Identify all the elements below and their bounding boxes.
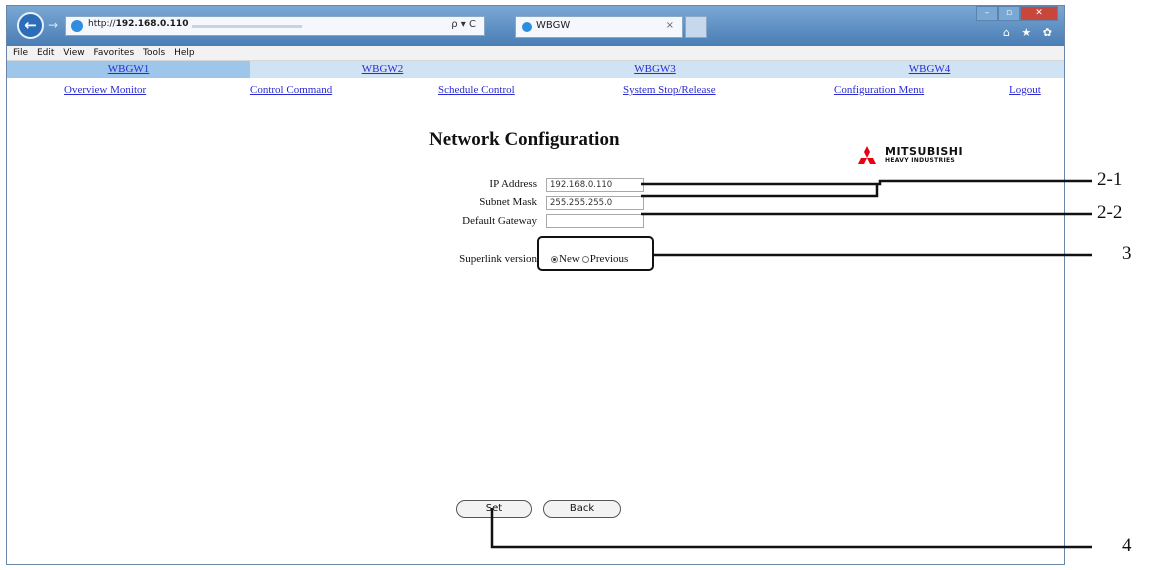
callout-label-2-1: 2-1 bbox=[1097, 169, 1123, 190]
callout-line-4 bbox=[490, 508, 1092, 549]
callout-line-2-1-mask bbox=[641, 184, 879, 198]
callout-label-2-2: 2-2 bbox=[1097, 202, 1123, 223]
callout-line-2-1-ip bbox=[641, 179, 1092, 186]
callout-lines bbox=[490, 179, 1092, 549]
callout-label-4: 4 bbox=[1122, 535, 1132, 556]
callout-label-3: 3 bbox=[1122, 243, 1132, 264]
